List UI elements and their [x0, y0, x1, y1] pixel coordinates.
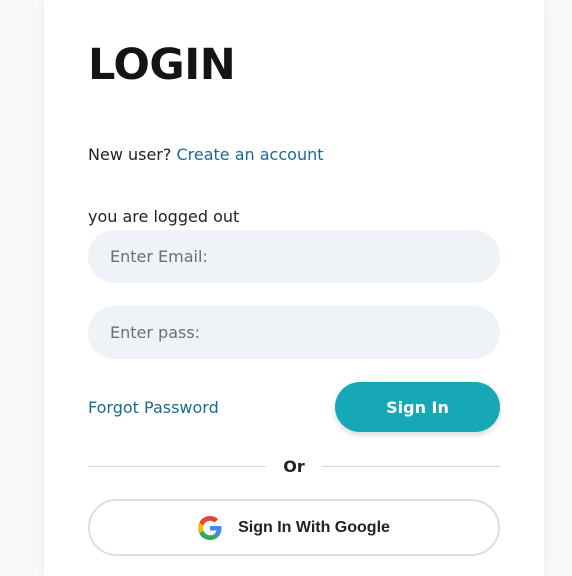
login-status-text: you are logged out: [88, 207, 240, 226]
create-account-link[interactable]: Create an account: [176, 145, 323, 164]
password-input[interactable]: [88, 306, 500, 359]
google-button-label: Sign In With Google: [238, 518, 390, 536]
forgot-password-link[interactable]: Forgot Password: [88, 397, 219, 419]
divider-or-text: Or: [283, 457, 305, 476]
email-input[interactable]: [88, 230, 500, 283]
new-user-prompt: New user? Create an account: [88, 144, 324, 166]
google-icon: [198, 515, 222, 540]
page-title: LOGIN: [88, 40, 236, 90]
new-user-label: New user?: [88, 145, 172, 164]
login-card: LOGIN New user? Create an account you ar…: [44, 0, 544, 576]
google-sign-in-button[interactable]: Sign In With Google: [88, 499, 500, 556]
sign-in-button[interactable]: Sign In: [335, 382, 500, 432]
divider-line-left: [88, 466, 266, 467]
divider-line-right: [322, 466, 500, 467]
